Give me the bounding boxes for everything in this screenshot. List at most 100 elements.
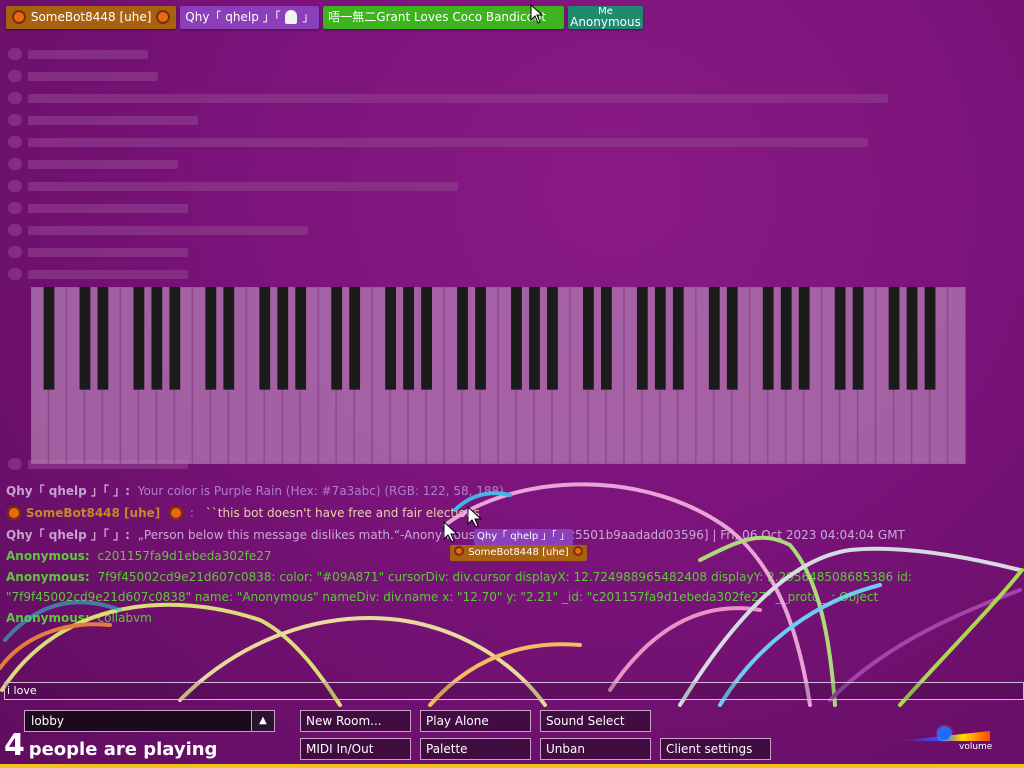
bottom-border	[0, 764, 1024, 768]
piano-black-key[interactable]	[205, 287, 217, 390]
client-settings-button[interactable]: Client settings	[660, 738, 771, 760]
pumpkin-icon	[156, 10, 171, 24]
cursor-label-text: Qhy「 qhelp 」「 」	[477, 531, 570, 542]
volume-slider[interactable]: volume	[896, 727, 996, 757]
user-tag-label: 唔一無二Grant Loves Coco Bandicoot	[328, 10, 546, 24]
piano-black-key[interactable]	[277, 287, 289, 390]
piano-black-key[interactable]	[529, 287, 540, 390]
chat-input[interactable]: i love	[4, 682, 1024, 700]
cursor-label-qhy: Qhy「 qhelp 」「 」	[474, 529, 573, 545]
chat-author: Anonymous:	[6, 549, 90, 563]
piano-black-key[interactable]	[331, 287, 343, 390]
user-tag-me[interactable]: Me Anonymous	[567, 6, 643, 29]
chat-text: Your color is Purple Rain (Hex: #7a3abc)…	[137, 484, 504, 498]
piano-black-key[interactable]	[421, 287, 432, 390]
user-tag-label: Anonymous	[570, 14, 641, 29]
chat-author: Qhy「 qhelp 」「 」:	[6, 484, 130, 498]
piano-black-key[interactable]	[169, 287, 181, 390]
cursor-label-text: SomeBot8448 [uhe]	[468, 547, 569, 558]
user-tag-somebot[interactable]: SomeBot8448 [uhe]	[6, 6, 177, 29]
user-tag-grant[interactable]: 唔一無二Grant Loves Coco Bandicoot	[323, 6, 564, 29]
pumpkin-icon	[169, 506, 184, 520]
player-count: 4 people are playing	[4, 728, 217, 763]
cursor-arrow-icon	[530, 4, 544, 24]
piano-black-key[interactable]	[43, 287, 55, 390]
piano-black-key[interactable]	[403, 287, 414, 390]
chat-text: 7f9f45002cd9e21d607c0838: color: "#09A87…	[97, 570, 912, 584]
piano-black-key[interactable]	[600, 287, 612, 390]
chat-text: c201157fa9d1ebeda302fe27	[97, 549, 272, 563]
unban-button[interactable]: Unban	[540, 738, 651, 760]
piano-black-key[interactable]	[475, 287, 486, 390]
cursor-arrow-icon	[443, 521, 459, 543]
piano-black-key[interactable]	[636, 287, 648, 390]
new-room-button[interactable]: New Room...	[300, 710, 411, 732]
room-select-value: lobby	[31, 714, 65, 728]
chat-separator: :	[189, 506, 194, 520]
piano-black-key[interactable]	[852, 287, 864, 390]
user-list: SomeBot8448 [uhe] Qhy「 qhelp 」「 」 唔一無二Gr…	[6, 6, 643, 29]
chat-message: SomeBot8448 [uhe] : ``this bot doesn't h…	[6, 502, 1016, 524]
chat-message: Anonymous: 7f9f45002cd9e21d607c0838: col…	[6, 567, 1016, 587]
user-tag-label: Qhy「 qhelp 」「	[185, 10, 281, 24]
palette-button[interactable]: Palette	[420, 738, 531, 760]
volume-knob[interactable]	[938, 727, 951, 740]
pumpkin-icon	[454, 546, 464, 556]
chat-author: Anonymous:	[6, 570, 90, 584]
piano-black-key[interactable]	[834, 287, 846, 390]
chat-text: ``this bot doesn't have free and fair el…	[205, 506, 480, 520]
user-tag-label: SomeBot8448 [uhe]	[30, 10, 152, 24]
piano-black-key[interactable]	[708, 287, 720, 390]
piano-black-key[interactable]	[223, 287, 235, 390]
piano-black-key[interactable]	[349, 287, 361, 390]
chevron-up-icon[interactable]: ▲	[251, 711, 274, 731]
sound-select-button[interactable]: Sound Select	[540, 710, 651, 732]
chat-text: collabvm	[97, 611, 152, 625]
piano-black-key[interactable]	[762, 287, 774, 390]
piano-keyboard[interactable]	[31, 287, 966, 464]
chat-author: Anonymous:	[6, 611, 90, 625]
piano-black-key[interactable]	[457, 287, 468, 390]
volume-label: volume	[959, 742, 993, 752]
piano-black-key[interactable]	[654, 287, 666, 390]
piano-black-key[interactable]	[888, 287, 900, 390]
piano-black-key[interactable]	[151, 287, 163, 390]
piano-black-key[interactable]	[924, 287, 936, 390]
piano-black-key[interactable]	[97, 287, 109, 390]
midi-in-out-button[interactable]: MIDI In/Out	[300, 738, 411, 760]
piano-black-key[interactable]	[583, 287, 594, 390]
piano-black-key[interactable]	[511, 287, 522, 390]
chat-text: "7f9f45002cd9e21d607c0838" name: "Anonym…	[6, 590, 879, 604]
piano-black-key[interactable]	[906, 287, 918, 390]
player-count-number: 4	[4, 728, 25, 763]
ghost-icon	[285, 10, 298, 24]
piano-black-key[interactable]	[547, 287, 558, 390]
drawing-stroke	[0, 622, 112, 670]
cursor-arrow-icon	[467, 506, 483, 528]
chat-message: Anonymous: collabvm	[6, 607, 1016, 629]
chat-message-continued: "7f9f45002cd9e21d607c0838" name: "Anonym…	[6, 587, 1016, 607]
piano-white-key[interactable]	[947, 287, 966, 464]
pumpkin-icon	[12, 10, 26, 24]
chat-input-value: i love	[7, 684, 37, 697]
cursor-label-somebot: SomeBot8448 [uhe]	[450, 545, 587, 561]
piano-keys[interactable]	[31, 287, 966, 464]
piano-black-key[interactable]	[259, 287, 271, 390]
user-tag-suffix: 」	[302, 10, 315, 24]
piano-black-key[interactable]	[133, 287, 145, 390]
user-tag-qhy[interactable]: Qhy「 qhelp 」「 」	[180, 6, 320, 29]
play-alone-button[interactable]: Play Alone	[420, 710, 531, 732]
piano-black-key[interactable]	[295, 287, 307, 390]
piano-black-key[interactable]	[672, 287, 684, 390]
pumpkin-icon	[7, 506, 21, 520]
chat-author: Qhy「 qhelp 」「 」:	[6, 528, 130, 542]
chat-author: SomeBot8448 [uhe]	[25, 506, 161, 520]
piano-black-key[interactable]	[726, 287, 738, 390]
piano-black-key[interactable]	[798, 287, 810, 390]
chat-message: Qhy「 qhelp 」「 」: Your color is Purple Ra…	[6, 480, 1016, 502]
piano-black-key[interactable]	[79, 287, 91, 390]
player-count-text: people are playing	[28, 739, 218, 760]
piano-black-key[interactable]	[385, 287, 397, 390]
piano-black-key[interactable]	[780, 287, 792, 390]
pumpkin-icon	[572, 546, 583, 556]
